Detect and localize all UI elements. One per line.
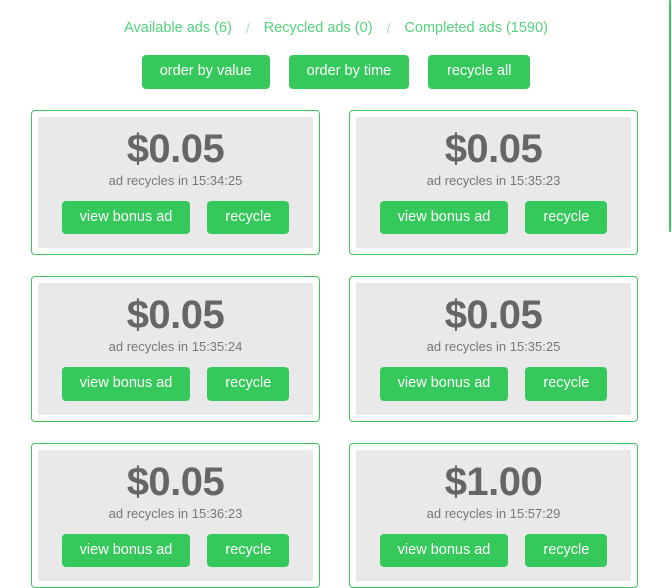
recycle-button[interactable]: recycle	[525, 201, 607, 235]
ad-card-panel: $1.00 ad recycles in 15:57:29 view bonus…	[356, 450, 631, 582]
ad-card-actions: view bonus ad recycle	[48, 367, 303, 401]
ad-recycle-timer: ad recycles in 15:35:25	[366, 339, 621, 355]
order-by-time-button[interactable]: order by time	[289, 55, 410, 89]
ad-card-actions: view bonus ad recycle	[48, 534, 303, 568]
ad-recycle-timer: ad recycles in 15:35:24	[48, 339, 303, 355]
ad-card: $1.00 ad recycles in 15:57:29 view bonus…	[349, 443, 638, 588]
ad-card: $0.05 ad recycles in 15:35:25 view bonus…	[349, 276, 638, 422]
ads-grid: $0.05 ad recycles in 15:34:25 view bonus…	[0, 110, 672, 588]
view-bonus-ad-button[interactable]: view bonus ad	[62, 367, 191, 401]
view-bonus-ad-button[interactable]: view bonus ad	[380, 367, 509, 401]
recycle-all-button[interactable]: recycle all	[428, 55, 530, 89]
ad-recycle-timer: ad recycles in 15:35:23	[366, 173, 621, 189]
nav-completed-ads[interactable]: Completed ads (1590)	[390, 19, 561, 37]
ad-card-actions: view bonus ad recycle	[366, 367, 621, 401]
ad-card: $0.05 ad recycles in 15:36:23 view bonus…	[31, 443, 320, 588]
ad-recycle-timer: ad recycles in 15:57:29	[366, 506, 621, 522]
ad-card: $0.05 ad recycles in 15:35:24 view bonus…	[31, 276, 320, 422]
ad-card-panel: $0.05 ad recycles in 15:36:23 view bonus…	[38, 450, 313, 582]
ad-amount: $0.05	[366, 293, 621, 337]
recycle-button[interactable]: recycle	[525, 367, 607, 401]
ad-card-panel: $0.05 ad recycles in 15:35:24 view bonus…	[38, 283, 313, 415]
view-bonus-ad-button[interactable]: view bonus ad	[380, 534, 509, 568]
nav-available-ads[interactable]: Available ads (6)	[110, 19, 246, 37]
ad-card: $0.05 ad recycles in 15:35:23 view bonus…	[349, 110, 638, 256]
recycle-button[interactable]: recycle	[207, 534, 289, 568]
recycle-button[interactable]: recycle	[525, 534, 607, 568]
ad-card-actions: view bonus ad recycle	[48, 201, 303, 235]
ad-card-panel: $0.05 ad recycles in 15:35:25 view bonus…	[356, 283, 631, 415]
ad-amount: $1.00	[366, 460, 621, 504]
order-by-value-button[interactable]: order by value	[142, 55, 270, 89]
ad-card-actions: view bonus ad recycle	[366, 534, 621, 568]
ads-toolbar: order by value order by time recycle all	[0, 55, 672, 89]
ad-amount: $0.05	[366, 127, 621, 171]
ad-card-panel: $0.05 ad recycles in 15:34:25 view bonus…	[38, 117, 313, 249]
clipped-card-edge	[669, 0, 671, 232]
ad-recycle-timer: ad recycles in 15:36:23	[48, 506, 303, 522]
recycle-button[interactable]: recycle	[207, 201, 289, 235]
ad-card-panel: $0.05 ad recycles in 15:35:23 view bonus…	[356, 117, 631, 249]
ad-amount: $0.05	[48, 293, 303, 337]
view-bonus-ad-button[interactable]: view bonus ad	[62, 201, 191, 235]
ad-amount: $0.05	[48, 460, 303, 504]
ad-card-actions: view bonus ad recycle	[366, 201, 621, 235]
ads-nav: Available ads (6) / Recycled ads (0) / C…	[0, 0, 672, 37]
ad-recycle-timer: ad recycles in 15:34:25	[48, 173, 303, 189]
view-bonus-ad-button[interactable]: view bonus ad	[380, 201, 509, 235]
nav-recycled-ads[interactable]: Recycled ads (0)	[250, 19, 387, 37]
ad-amount: $0.05	[48, 127, 303, 171]
ad-card: $0.05 ad recycles in 15:34:25 view bonus…	[31, 110, 320, 256]
view-bonus-ad-button[interactable]: view bonus ad	[62, 534, 191, 568]
recycle-button[interactable]: recycle	[207, 367, 289, 401]
